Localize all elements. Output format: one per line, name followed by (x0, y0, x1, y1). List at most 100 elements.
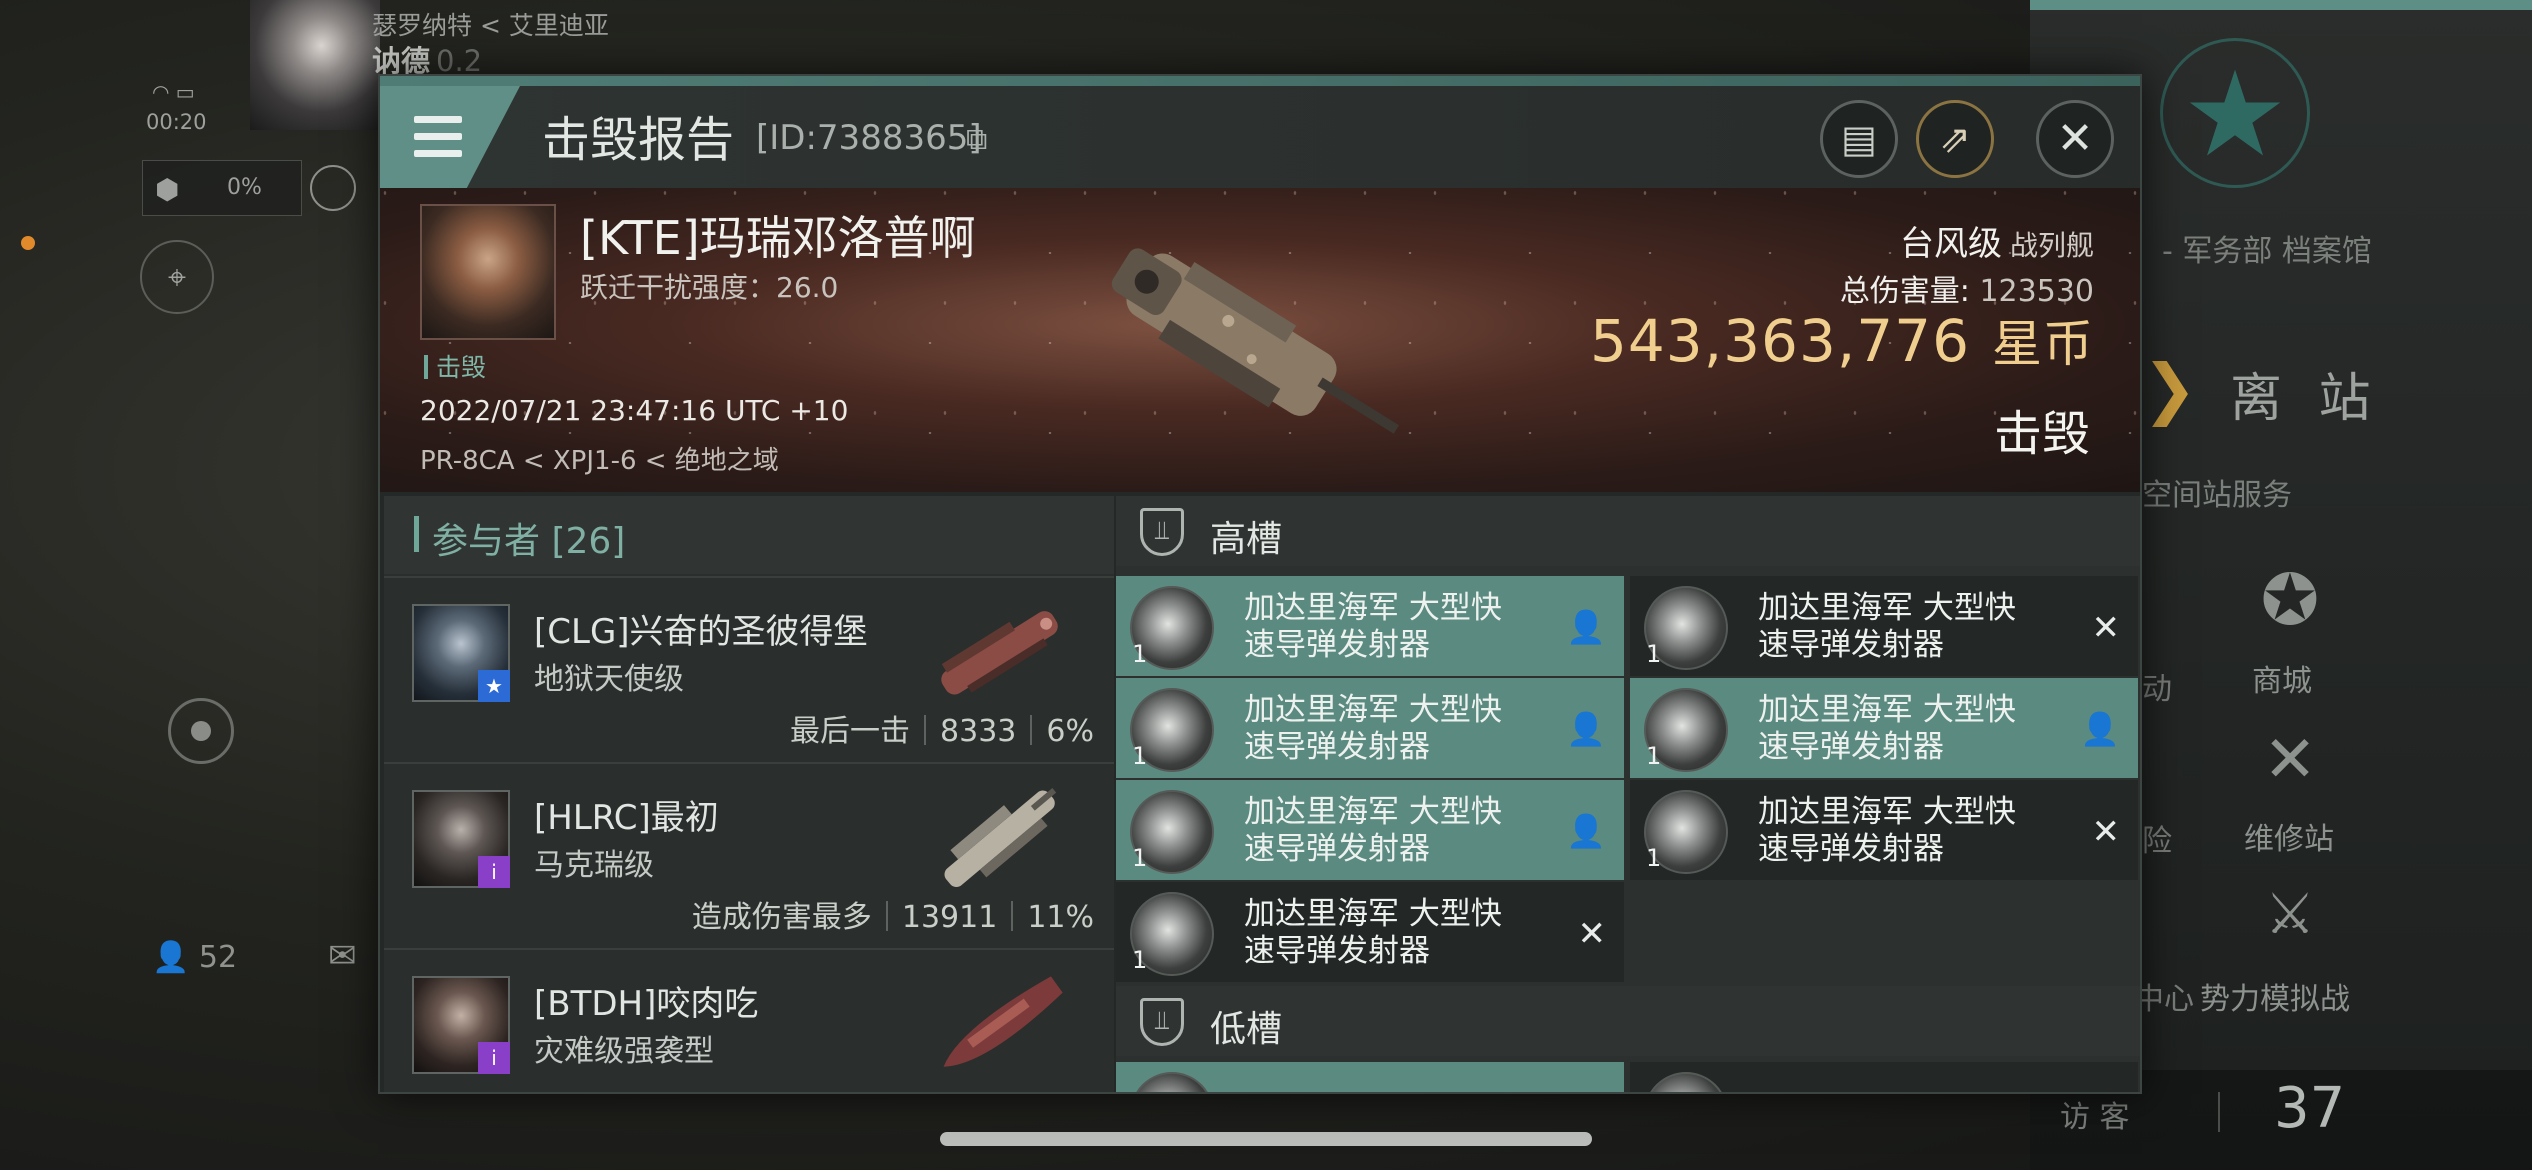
victim-portrait[interactable] (420, 204, 556, 340)
participant-ship-image (941, 611, 1058, 695)
share-icon: ⇗ (1939, 117, 1971, 161)
low-slot-header: ⫫ 低槽 (1116, 986, 2140, 1056)
archive-label[interactable]: - 军务部 档案馆 (2162, 226, 2372, 270)
module-name-line: 速导弹发射器 (1244, 627, 1430, 663)
module-name: 加达里海军 大型快 速导弹发射器 (1244, 590, 1564, 664)
module-name-line: 速导弹发射器 (1244, 933, 1430, 969)
participant-row[interactable]: i [HLRC]最初 马克瑞级 造成伤害最多 13911 11% (384, 762, 1114, 946)
undock-button[interactable]: 离 站 (2230, 356, 2381, 431)
hamburger-icon (414, 116, 462, 123)
mail-icon[interactable]: ✉ (328, 936, 357, 976)
participant-name: [BTDH]咬肉吃 (534, 984, 759, 1024)
cargo-indicator[interactable]: ⬢ 0% (142, 160, 302, 216)
high-slot-title: 高槽 (1210, 519, 1283, 560)
ship-name: 台风级 (1899, 224, 2002, 264)
participants-title: 参与者 [26] (432, 521, 626, 562)
location-pin-icon[interactable]: ⌖ (140, 240, 214, 314)
module-name-line: 加达里海军 大型快 (1244, 590, 1502, 626)
victim-ship-image[interactable] (1060, 210, 1420, 470)
participant-row[interactable]: i [BTDH]咬肉吃 灾难级强袭型 (384, 948, 1114, 1092)
module-item[interactable]: 1 加达里海军 大型快 速导弹发射器 ✕ (1630, 780, 2138, 880)
module-name: 加达里海军 大型快 速导弹发射器 (1244, 896, 1564, 970)
notification-dot (21, 236, 35, 250)
participant-avatar[interactable]: ★ (412, 604, 510, 702)
module-item[interactable]: 1 加达里海军 大型快 速导弹发射器 ✕ (1116, 882, 1624, 982)
participant-role: 最后一击 (790, 714, 911, 749)
module-name-line: 加达里海军 大型快 (1244, 896, 1502, 932)
dropped-pilot-icon: 👤 (1566, 710, 1606, 748)
module-item[interactable]: 1 加达里海军 大型快 速导弹发射器 👤 (1116, 678, 1624, 778)
participant-percent: 11% (1027, 900, 1094, 935)
victim-ship-type[interactable]: 台风级 战列舰 (1900, 216, 2094, 265)
participant-ship: 灾难级强袭型 (534, 1034, 714, 1069)
close-button[interactable]: ✕ (2036, 100, 2114, 178)
ship-class: 战列舰 (2009, 229, 2094, 262)
clock: 00:20 (146, 110, 207, 134)
participants-header: 参与者 [26] (384, 496, 1114, 574)
clipboard-button[interactable]: ▤ (1820, 100, 1898, 178)
participant-avatar[interactable]: i (412, 790, 510, 888)
home-indicator[interactable] (940, 1132, 1592, 1146)
module-name-line: 加达里海军 大型快 (1244, 794, 1502, 830)
security-status: 0.2 (436, 44, 483, 78)
module-name-line: 速导弹发射器 (1244, 831, 1430, 867)
module-item[interactable]: 1 加达里海军 大型快 速导弹发射器 👤 (1116, 780, 1624, 880)
module-icon (1644, 1072, 1728, 1092)
isk-amount: 543,363,776 (1590, 307, 1970, 375)
dropped-pilot-icon: 👤 (1566, 812, 1606, 850)
kill-timestamp: 2022/07/21 23:47:16 UTC +10 (420, 394, 849, 427)
participant-ship-image (944, 788, 1057, 887)
module-quantity: 1 (1646, 742, 1662, 770)
target-icon[interactable] (168, 698, 234, 764)
header-accent-bar (414, 516, 419, 552)
clipped-menu-label[interactable]: 中心 (2134, 974, 2194, 1018)
module-name-line: 速导弹发射器 (1758, 627, 1944, 663)
hamburger-icon-line (414, 150, 462, 157)
kill-location[interactable]: PR-8CA < XPJ1-6 < 绝地之域 (420, 440, 779, 477)
share-button[interactable]: ⇗ (1916, 100, 1994, 178)
visitors-count: 37 (2274, 1076, 2346, 1141)
participant-name: [HLRC]最初 (534, 798, 719, 838)
station-topbar (2030, 0, 2532, 10)
module-item[interactable]: 1 加达里海军 大型快 速导弹发射器 ✕ (1630, 576, 2138, 676)
pilot-portrait[interactable] (250, 0, 380, 130)
hamburger-menu-button[interactable] (380, 86, 520, 188)
module-quantity: 1 (1646, 640, 1662, 668)
store-star-icon[interactable]: ✪ (2250, 560, 2330, 640)
hamburger-icon-line (414, 133, 462, 140)
store-button[interactable]: 商城 (2252, 656, 2312, 700)
clipped-menu-label[interactable]: 险 (2142, 816, 2172, 860)
person-icon: 👤 (152, 940, 190, 975)
destroyed-x-icon: ✕ (2091, 608, 2121, 648)
module-quantity: 1 (1132, 640, 1148, 668)
crossed-flags-icon[interactable]: ⚔ (2250, 880, 2330, 950)
system-path[interactable]: 瑟罗纳特 < 艾里迪亚 (372, 6, 609, 42)
destroyed-x-icon: ✕ (2091, 812, 2121, 852)
module-item[interactable]: 1 加达里海军 大型快 速导弹发射器 👤 (1630, 678, 2138, 778)
module-item[interactable] (1630, 1062, 2138, 1092)
local-chat-count[interactable]: 👤 52 (152, 940, 237, 975)
planet-icon[interactable] (310, 165, 356, 211)
copy-id-icon[interactable]: ⧉ (966, 122, 987, 157)
module-item[interactable]: 1 加达里海军 大型快 速导弹发射器 👤 (1116, 576, 1624, 676)
victim-banner: [KTE]玛瑞邓洛普啊 跃迁干扰强度：26.0 击毁 2022/07/21 23… (380, 188, 2140, 492)
module-item[interactable] (1116, 1062, 1624, 1092)
participant-row[interactable]: ★ [CLG]兴奋的圣彼得堡 地狱天使级 最后一击 8333 6% (384, 576, 1114, 760)
participant-ship-image (943, 976, 1063, 1067)
module-quantity: 1 (1132, 946, 1148, 974)
module-name-line: 速导弹发射器 (1758, 831, 1944, 867)
repair-button[interactable]: 维修站 (2244, 814, 2334, 858)
participants-panel: 参与者 [26] ★ [CLG]兴奋的圣彼得堡 地狱天使级 最后一击 8333 6%… (384, 496, 1114, 1092)
clipped-menu-label[interactable]: 动 (2142, 664, 2172, 708)
faction-sim-button[interactable]: 势力模拟战 (2200, 974, 2350, 1018)
divider (1030, 715, 1033, 745)
repair-wrench-icon[interactable]: ✕ (2250, 720, 2330, 800)
module-name-line: 速导弹发射器 (1758, 729, 1944, 765)
dropped-pilot-icon: 👤 (1566, 608, 1606, 646)
station-services-label: 空间站服务 (2142, 478, 2292, 513)
participant-avatar[interactable]: i (412, 976, 510, 1074)
participant-role: 造成伤害最多 (691, 900, 872, 935)
wifi-icon: ◠ ▭ (152, 80, 195, 104)
victim-name[interactable]: [KTE]玛瑞邓洛普啊 (580, 202, 976, 268)
divider (885, 901, 888, 931)
